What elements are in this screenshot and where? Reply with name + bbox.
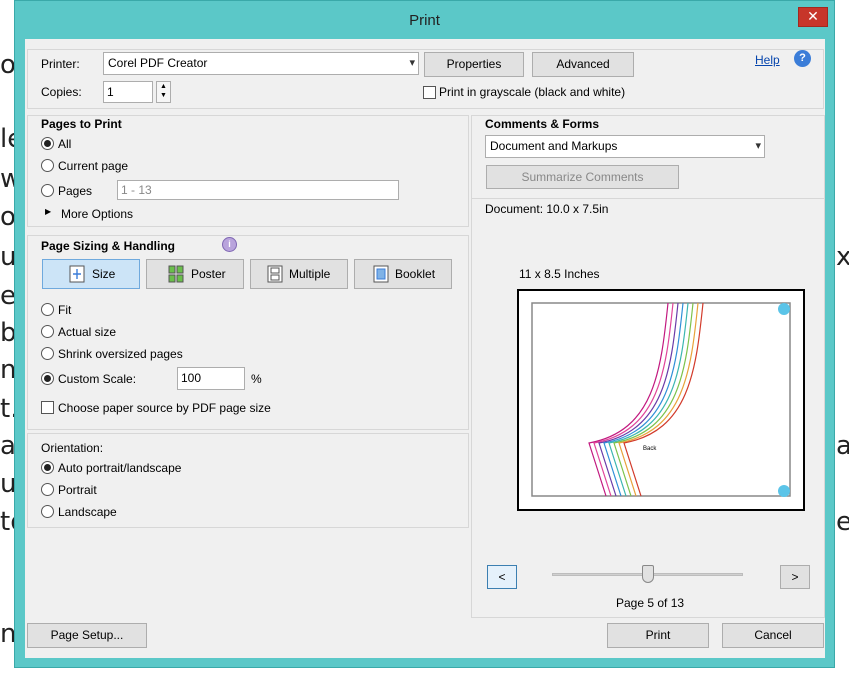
chevron-down-icon: ▾ bbox=[409, 57, 415, 69]
close-button[interactable]: ✕ bbox=[798, 7, 828, 27]
help-icon[interactable]: ? bbox=[794, 50, 811, 67]
print-button[interactable]: Print bbox=[607, 623, 709, 648]
poster-icon bbox=[168, 265, 184, 283]
preview-artwork: Back bbox=[531, 302, 791, 497]
radio-portrait[interactable] bbox=[41, 483, 54, 496]
page-slider-thumb[interactable] bbox=[642, 565, 654, 583]
paper-size: 11 x 8.5 Inches bbox=[519, 267, 600, 281]
radio-custom-scale[interactable] bbox=[41, 372, 54, 385]
copies-stepper[interactable]: ▲ ▼ bbox=[156, 81, 171, 103]
radio-landscape-label: Landscape bbox=[58, 505, 117, 519]
percent-label: % bbox=[251, 372, 262, 386]
booklet-button-label: Booklet bbox=[395, 267, 436, 281]
dialog-title: Print bbox=[409, 12, 440, 29]
print-dialog: Print ✕ Printer: Corel PDF Creator ▾ Pro… bbox=[14, 0, 835, 668]
radio-current-page-label: Current page bbox=[58, 159, 129, 173]
chevron-down-icon: ▾ bbox=[755, 140, 761, 152]
poster-button-label: Poster bbox=[191, 267, 226, 281]
radio-portrait-label: Portrait bbox=[58, 483, 97, 497]
radio-fit-label: Fit bbox=[58, 303, 72, 317]
printer-select-value: Corel PDF Creator bbox=[108, 56, 208, 70]
radio-actual-size-label: Actual size bbox=[58, 325, 117, 339]
dialog-body: Printer: Corel PDF Creator ▾ Properties … bbox=[25, 39, 825, 658]
page-indicator: Page 5 of 13 bbox=[616, 596, 685, 610]
orientation-heading: Orientation: bbox=[41, 441, 104, 455]
grayscale-label: Print in grayscale (black and white) bbox=[439, 85, 626, 99]
print-preview: Back bbox=[517, 289, 805, 511]
size-icon bbox=[69, 265, 85, 283]
radio-all-label: All bbox=[58, 137, 72, 151]
radio-actual-size[interactable] bbox=[41, 325, 54, 338]
booklet-button[interactable]: Booklet bbox=[354, 259, 452, 289]
cancel-button[interactable]: Cancel bbox=[722, 623, 824, 648]
help-link[interactable]: Help bbox=[755, 53, 780, 67]
next-page-button[interactable]: > bbox=[780, 565, 810, 589]
printer-label: Printer: bbox=[41, 57, 80, 71]
copies-label: Copies: bbox=[41, 85, 82, 99]
radio-all[interactable] bbox=[41, 137, 54, 150]
pages-range-input[interactable]: 1 - 13 bbox=[117, 180, 399, 200]
pages-to-print-heading: Pages to Print bbox=[41, 117, 122, 131]
comments-forms-select[interactable]: Document and Markups ▾ bbox=[485, 135, 765, 158]
grayscale-checkbox[interactable] bbox=[423, 86, 436, 99]
printer-select[interactable]: Corel PDF Creator ▾ bbox=[103, 52, 419, 75]
radio-auto-orientation-label: Auto portrait/landscape bbox=[58, 461, 182, 475]
poster-button[interactable]: Poster bbox=[146, 259, 244, 289]
paper-source-checkbox[interactable] bbox=[41, 401, 54, 414]
preview-page-label: Back bbox=[643, 446, 657, 452]
custom-scale-input[interactable]: 100 bbox=[177, 367, 245, 390]
radio-landscape[interactable] bbox=[41, 505, 54, 518]
page-setup-button[interactable]: Page Setup... bbox=[27, 623, 147, 648]
size-button-label: Size bbox=[92, 267, 116, 281]
expand-triangle-icon[interactable]: ▶ bbox=[45, 207, 51, 216]
document-size: Document: 10.0 x 7.5in bbox=[485, 202, 609, 216]
radio-current-page[interactable] bbox=[41, 159, 54, 172]
radio-pages-label: Pages bbox=[58, 184, 93, 198]
more-options-link[interactable]: More Options bbox=[61, 207, 133, 221]
preview-corner-marker bbox=[778, 485, 790, 497]
radio-auto-orientation[interactable] bbox=[41, 461, 54, 474]
right-divider bbox=[471, 198, 825, 199]
preview-corner-marker bbox=[778, 303, 790, 315]
multiple-button[interactable]: Multiple bbox=[250, 259, 348, 289]
properties-button[interactable]: Properties bbox=[424, 52, 524, 77]
page-sizing-heading: Page Sizing & Handling bbox=[41, 239, 176, 253]
radio-shrink-oversized[interactable] bbox=[41, 347, 54, 360]
comments-forms-heading: Comments & Forms bbox=[485, 117, 600, 131]
radio-pages[interactable] bbox=[41, 184, 54, 197]
radio-custom-scale-label: Custom Scale: bbox=[58, 372, 137, 386]
background-text: x bbox=[836, 242, 849, 272]
multiple-button-label: Multiple bbox=[289, 267, 331, 281]
radio-fit[interactable] bbox=[41, 303, 54, 316]
size-button[interactable]: Size bbox=[42, 259, 140, 289]
advanced-button[interactable]: Advanced bbox=[532, 52, 634, 77]
prev-page-button[interactable]: < bbox=[487, 565, 517, 589]
paper-source-label: Choose paper source by PDF page size bbox=[58, 401, 271, 415]
background-text: e bbox=[836, 507, 849, 537]
booklet-icon bbox=[373, 265, 389, 283]
summarize-comments-button[interactable]: Summarize Comments bbox=[486, 165, 679, 189]
copies-input[interactable]: 1 bbox=[103, 81, 153, 103]
info-icon[interactable]: i bbox=[222, 237, 237, 252]
comments-forms-value: Document and Markups bbox=[490, 139, 618, 153]
background-text: a bbox=[836, 431, 849, 461]
radio-shrink-oversized-label: Shrink oversized pages bbox=[58, 347, 183, 361]
multiple-icon bbox=[267, 265, 283, 283]
